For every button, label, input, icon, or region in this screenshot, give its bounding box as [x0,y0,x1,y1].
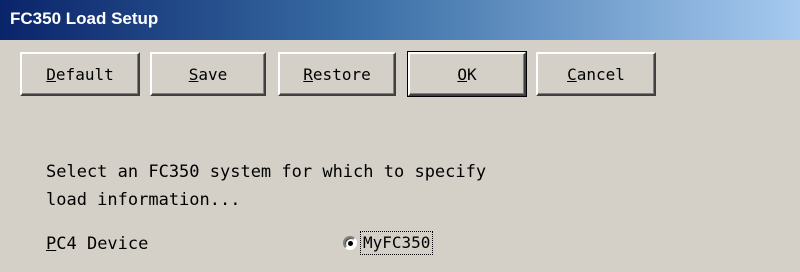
pc4-device-mnemonic: P [46,234,57,254]
instruction-line-2: load information... [46,190,241,210]
fc350-load-setup-window: FC350 Load Setup Default Save Restore OK… [0,0,800,272]
radio-selected-dot [348,241,353,246]
myfc350-radio-label[interactable]: MyFC350 [359,231,434,255]
pc4-device-label-text: C4 Device [56,234,149,254]
window-title: FC350 Load Setup [10,9,159,28]
ok-button-label: K [467,64,477,84]
ok-button[interactable]: OK [407,51,527,97]
instruction-line-1: Select an FC350 system for which to spec… [46,162,487,182]
restore-button-mnemonic: R [303,64,313,84]
default-button-label: efault [55,64,114,84]
pc4-device-label: PC4 Device [46,234,148,254]
save-button[interactable]: Save [150,52,266,96]
cancel-button[interactable]: Cancel [536,52,656,96]
restore-button-label: estore [312,64,371,84]
title-bar[interactable]: FC350 Load Setup [0,0,800,40]
ok-button-mnemonic: O [457,64,467,84]
save-button-mnemonic: S [188,64,199,84]
default-button-mnemonic: D [46,64,56,84]
save-button-label: ave [198,64,228,84]
cancel-button-mnemonic: C [567,64,577,84]
restore-button[interactable]: Restore [278,52,396,96]
myfc350-radio[interactable] [343,236,357,250]
default-button[interactable]: Default [20,52,140,96]
cancel-button-label: ancel [576,64,625,84]
